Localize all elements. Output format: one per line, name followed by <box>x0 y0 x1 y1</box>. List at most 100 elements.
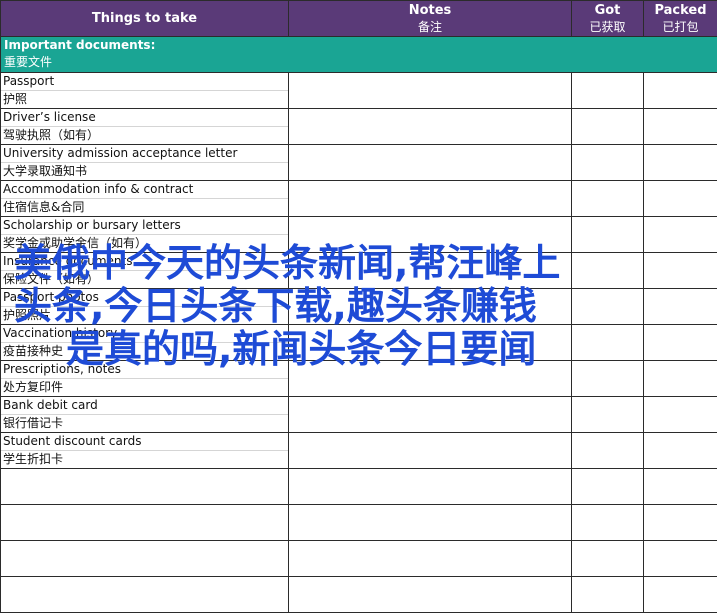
item-label-zh: 学生折扣卡 <box>3 452 64 466</box>
packed-cell[interactable] <box>643 108 717 145</box>
item-label-en: Student discount cards <box>1 433 288 451</box>
section-title-en: Important documents: <box>4 38 156 52</box>
notes-cell[interactable] <box>288 324 572 361</box>
header-notes: Notes 备注 <box>288 0 572 37</box>
got-cell[interactable] <box>571 432 644 469</box>
got-cell[interactable] <box>571 360 644 397</box>
notes-cell[interactable] <box>288 108 572 145</box>
empty-packed-cell[interactable] <box>643 504 717 541</box>
empty-notes-cell[interactable] <box>288 504 572 541</box>
empty-notes-cell[interactable] <box>288 576 572 613</box>
got-cell[interactable] <box>571 144 644 181</box>
item-label-zh: 疫苗接种史 <box>3 344 64 358</box>
table-row: Prescriptions, notes 处方复印件 <box>0 360 717 397</box>
item-label-zh: 保险文件（如有） <box>3 272 100 286</box>
got-cell[interactable] <box>571 108 644 145</box>
packed-cell[interactable] <box>643 288 717 325</box>
empty-item-cell[interactable] <box>0 576 289 613</box>
item-label-cell: Insurance documents 保险文件（如有） <box>0 252 289 289</box>
empty-item-cell[interactable] <box>0 540 289 577</box>
table-row: University admission acceptance letter 大学… <box>0 144 717 181</box>
item-label-en: Prescriptions, notes <box>1 361 288 379</box>
empty-item-cell[interactable] <box>0 468 289 505</box>
empty-packed-cell[interactable] <box>643 540 717 577</box>
notes-cell[interactable] <box>288 252 572 289</box>
item-label-en: Accommodation info & contract <box>1 181 288 199</box>
item-label-zh: 大学录取通知书 <box>3 164 88 178</box>
packed-cell[interactable] <box>643 216 717 253</box>
empty-row <box>0 576 717 613</box>
empty-notes-cell[interactable] <box>288 468 572 505</box>
item-label-cell: Passport 护照 <box>0 72 289 109</box>
empty-got-cell[interactable] <box>571 504 644 541</box>
got-cell[interactable] <box>571 72 644 109</box>
notes-cell[interactable] <box>288 360 572 397</box>
packed-cell[interactable] <box>643 360 717 397</box>
got-cell[interactable] <box>571 288 644 325</box>
header-notes-en: Notes <box>408 2 452 18</box>
header-notes-zh: 备注 <box>417 19 442 34</box>
packed-cell[interactable] <box>643 432 717 469</box>
section-title-cell: Important documents: 重要文件 <box>0 36 717 73</box>
notes-cell[interactable] <box>288 180 572 217</box>
empty-packed-cell[interactable] <box>643 468 717 505</box>
empty-notes-cell[interactable] <box>288 540 572 577</box>
packed-cell[interactable] <box>643 252 717 289</box>
header-got-en: Got <box>594 2 621 18</box>
item-label-zh: 护照 <box>3 92 28 106</box>
empty-got-cell[interactable] <box>571 576 644 613</box>
header-got-zh: 已获取 <box>589 19 626 34</box>
item-label-cell: University admission acceptance letter 大学… <box>0 144 289 181</box>
empty-row <box>0 540 717 577</box>
header-packed: Packed 已打包 <box>643 0 717 37</box>
item-label-en: Driver’s license <box>1 109 288 127</box>
notes-cell[interactable] <box>288 288 572 325</box>
item-label-en: Passport photos <box>1 289 288 307</box>
item-label-cell: Scholarship or bursary letters 奖学金或助学金信（如… <box>0 216 289 253</box>
section-title-zh: 重要文件 <box>4 55 53 69</box>
packed-cell[interactable] <box>643 324 717 361</box>
item-label-zh: 处方复印件 <box>3 380 64 394</box>
packed-cell[interactable] <box>643 396 717 433</box>
header-row: Things to take Notes 备注 Got 已获取 Packed 已… <box>0 0 717 37</box>
item-label-en: University admission acceptance letter <box>1 145 288 163</box>
item-label-cell: Bank debit card 银行借记卡 <box>0 396 289 433</box>
header-things-to-take: Things to take <box>0 0 289 37</box>
item-label-zh: 奖学金或助学金信（如有） <box>3 236 148 250</box>
item-label-zh: 住宿信息&合同 <box>3 200 85 214</box>
packed-cell[interactable] <box>643 144 717 181</box>
header-packed-zh: 已打包 <box>662 19 699 34</box>
notes-cell[interactable] <box>288 144 572 181</box>
table-row: Passport 护照 <box>0 72 717 109</box>
notes-cell[interactable] <box>288 216 572 253</box>
item-label-zh: 驾驶执照（如有） <box>3 128 100 142</box>
item-label-en: Scholarship or bursary letters <box>1 217 288 235</box>
item-label-en: Vaccination history <box>1 325 288 343</box>
empty-packed-cell[interactable] <box>643 576 717 613</box>
table-row: Driver’s license 驾驶执照（如有） <box>0 108 717 145</box>
table-row: Bank debit card 银行借记卡 <box>0 396 717 433</box>
empty-got-cell[interactable] <box>571 468 644 505</box>
table-row: Passport photos 护照照片 <box>0 288 717 325</box>
got-cell[interactable] <box>571 252 644 289</box>
got-cell[interactable] <box>571 180 644 217</box>
empty-item-cell[interactable] <box>0 504 289 541</box>
empty-row <box>0 504 717 541</box>
item-label-cell: Accommodation info & contract 住宿信息&合同 <box>0 180 289 217</box>
item-label-zh: 护照照片 <box>3 308 52 322</box>
got-cell[interactable] <box>571 216 644 253</box>
item-label-cell: Passport photos 护照照片 <box>0 288 289 325</box>
notes-cell[interactable] <box>288 396 572 433</box>
packing-checklist-table: Things to take Notes 备注 Got 已获取 Packed 已… <box>0 0 717 613</box>
item-label-cell: Prescriptions, notes 处方复印件 <box>0 360 289 397</box>
packed-cell[interactable] <box>643 72 717 109</box>
notes-cell[interactable] <box>288 432 572 469</box>
got-cell[interactable] <box>571 324 644 361</box>
packed-cell[interactable] <box>643 180 717 217</box>
table-row: Student discount cards 学生折扣卡 <box>0 432 717 469</box>
notes-cell[interactable] <box>288 72 572 109</box>
header-packed-en: Packed <box>654 2 707 18</box>
table-row: Vaccination history 疫苗接种史 <box>0 324 717 361</box>
got-cell[interactable] <box>571 396 644 433</box>
empty-got-cell[interactable] <box>571 540 644 577</box>
